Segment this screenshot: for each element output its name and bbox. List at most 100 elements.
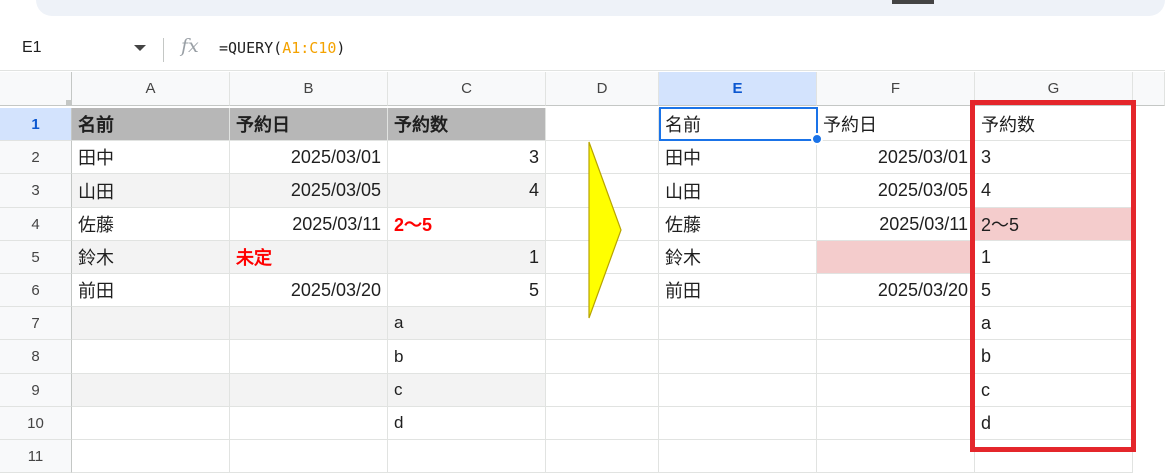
- empty-cell[interactable]: [975, 307, 1133, 340]
- source-header-cell[interactable]: 名前: [72, 108, 230, 141]
- empty-cell[interactable]: [975, 374, 1133, 407]
- source-cell[interactable]: 2025/03/20: [230, 274, 388, 307]
- empty-cell[interactable]: [546, 374, 659, 407]
- empty-cell[interactable]: [975, 340, 1133, 374]
- name-box[interactable]: E1: [22, 39, 42, 57]
- fill-handle[interactable]: [811, 133, 823, 145]
- browser-top-strip: [0, 0, 1165, 26]
- source-cell[interactable]: 1: [388, 241, 546, 274]
- empty-cell[interactable]: [975, 141, 1133, 174]
- source-cell[interactable]: [230, 407, 388, 440]
- source-cell[interactable]: d: [388, 407, 546, 440]
- source-cell[interactable]: 2〜5: [388, 208, 546, 241]
- empty-cell[interactable]: [546, 407, 659, 440]
- result-cell[interactable]: 2025/03/11: [817, 208, 975, 241]
- empty-cell[interactable]: [546, 108, 659, 141]
- empty-cell[interactable]: [975, 440, 1133, 473]
- column-header-c[interactable]: C: [388, 72, 546, 106]
- source-cell[interactable]: [72, 374, 230, 407]
- result-cell[interactable]: 鈴木: [659, 241, 817, 274]
- result-cell[interactable]: [817, 374, 975, 407]
- source-cell[interactable]: b: [388, 340, 546, 374]
- result-header-cell[interactable]: 名前: [659, 108, 817, 141]
- source-cell[interactable]: [230, 374, 388, 407]
- empty-cell[interactable]: [388, 440, 546, 473]
- source-cell[interactable]: [72, 307, 230, 340]
- result-cell[interactable]: [659, 374, 817, 407]
- empty-cell[interactable]: [975, 108, 1133, 141]
- row-header-1[interactable]: 1: [0, 108, 72, 141]
- source-cell[interactable]: a: [388, 307, 546, 340]
- formula-suffix: ): [336, 39, 346, 57]
- empty-cell[interactable]: [546, 340, 659, 374]
- formula-input[interactable]: =QUERY(A1:C10): [219, 39, 345, 57]
- result-cell[interactable]: [659, 307, 817, 340]
- empty-cell[interactable]: [975, 241, 1133, 274]
- row-header-8[interactable]: 8: [0, 340, 72, 374]
- row-header-5[interactable]: 5: [0, 241, 72, 274]
- empty-cell[interactable]: [975, 208, 1133, 241]
- source-cell[interactable]: [72, 340, 230, 374]
- source-cell[interactable]: 5: [388, 274, 546, 307]
- result-cell[interactable]: 前田: [659, 274, 817, 307]
- toolbar-mark: [892, 0, 934, 4]
- row-header-6[interactable]: 6: [0, 274, 72, 307]
- name-box-dropdown-icon[interactable]: [134, 45, 146, 51]
- result-cell[interactable]: [817, 340, 975, 374]
- source-cell[interactable]: 2025/03/05: [230, 174, 388, 208]
- select-all-corner[interactable]: [0, 72, 72, 106]
- column-header-a[interactable]: A: [72, 72, 230, 106]
- result-cell[interactable]: [659, 340, 817, 374]
- column-header-extra[interactable]: [1133, 72, 1165, 106]
- empty-cell[interactable]: [72, 440, 230, 473]
- result-cell[interactable]: 田中: [659, 141, 817, 174]
- right-arrow-shape: [588, 141, 622, 319]
- source-cell[interactable]: 2025/03/01: [230, 141, 388, 174]
- source-cell[interactable]: [230, 340, 388, 374]
- empty-cell[interactable]: [975, 407, 1133, 440]
- source-cell[interactable]: 田中: [72, 141, 230, 174]
- result-cell[interactable]: 2025/03/05: [817, 174, 975, 208]
- source-cell[interactable]: 未定: [230, 241, 388, 274]
- source-header-cell[interactable]: 予約数: [388, 108, 546, 141]
- empty-cell[interactable]: [230, 440, 388, 473]
- column-header-e[interactable]: E: [659, 72, 817, 106]
- source-cell[interactable]: c: [388, 374, 546, 407]
- row-header-2[interactable]: 2: [0, 141, 72, 174]
- column-header-g[interactable]: G: [975, 72, 1133, 106]
- row-header-10[interactable]: 10: [0, 407, 72, 440]
- result-cell[interactable]: 2025/03/20: [817, 274, 975, 307]
- source-cell[interactable]: 4: [388, 174, 546, 208]
- row-header-11[interactable]: 11: [0, 440, 72, 473]
- empty-cell[interactable]: [817, 440, 975, 473]
- top-toolbar-edge: [36, 0, 1165, 16]
- column-header-f[interactable]: F: [817, 72, 975, 106]
- result-cell[interactable]: 山田: [659, 174, 817, 208]
- result-cell[interactable]: [817, 407, 975, 440]
- column-header-d[interactable]: D: [546, 72, 659, 106]
- empty-cell[interactable]: [546, 440, 659, 473]
- column-header-b[interactable]: B: [230, 72, 388, 106]
- source-cell[interactable]: 3: [388, 141, 546, 174]
- source-cell[interactable]: 鈴木: [72, 241, 230, 274]
- empty-cell[interactable]: [659, 440, 817, 473]
- source-cell[interactable]: 2025/03/11: [230, 208, 388, 241]
- source-cell[interactable]: [72, 407, 230, 440]
- source-cell[interactable]: [230, 307, 388, 340]
- result-cell[interactable]: [817, 307, 975, 340]
- source-cell[interactable]: 佐藤: [72, 208, 230, 241]
- row-header-9[interactable]: 9: [0, 374, 72, 407]
- empty-cell[interactable]: [975, 274, 1133, 307]
- row-header-7[interactable]: 7: [0, 307, 72, 340]
- result-cell[interactable]: 佐藤: [659, 208, 817, 241]
- result-cell[interactable]: 2025/03/01: [817, 141, 975, 174]
- row-header-3[interactable]: 3: [0, 174, 72, 208]
- source-header-cell[interactable]: 予約日: [230, 108, 388, 141]
- source-cell[interactable]: 前田: [72, 274, 230, 307]
- row-header-4[interactable]: 4: [0, 208, 72, 241]
- source-cell[interactable]: 山田: [72, 174, 230, 208]
- empty-cell[interactable]: [975, 174, 1133, 208]
- result-cell[interactable]: [659, 407, 817, 440]
- result-cell[interactable]: [817, 241, 975, 274]
- result-header-cell[interactable]: 予約日: [817, 108, 975, 141]
